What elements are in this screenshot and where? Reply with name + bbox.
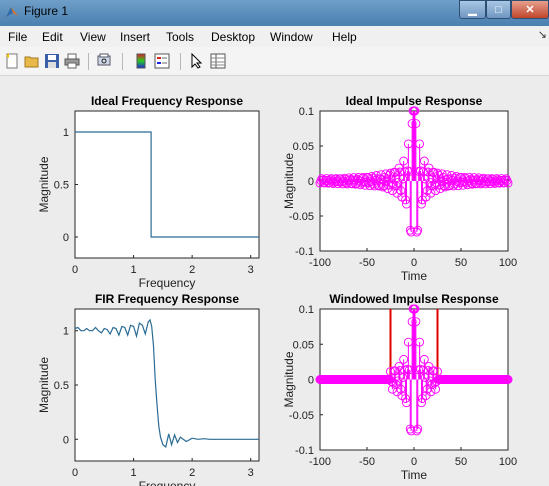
toolbar-separator	[88, 53, 89, 70]
chart-title: Windowed Impulse Response	[329, 292, 499, 306]
menu-window[interactable]: Window	[270, 30, 313, 44]
y-tick-label: 1	[63, 127, 69, 139]
close-button[interactable]: ✕	[511, 0, 549, 19]
y-axis-label: Magnitude	[37, 156, 51, 212]
y-tick-label: -0.05	[289, 410, 314, 422]
menu-file[interactable]: File	[8, 30, 27, 44]
x-axis-label: Time	[401, 468, 428, 482]
new-figure-icon[interactable]	[4, 53, 20, 69]
y-tick-label: 0	[63, 232, 69, 244]
x-tick-label: 3	[248, 264, 254, 276]
print-icon[interactable]	[64, 53, 80, 69]
toolbar	[0, 47, 549, 76]
y-tick-label: -0.1	[295, 445, 314, 457]
y-tick-label: 0.1	[299, 304, 314, 316]
menu-tools[interactable]: Tools	[166, 30, 194, 44]
x-tick-label: -100	[309, 456, 331, 468]
x-tick-label: 0	[72, 264, 78, 276]
y-axis-label: Magnitude	[282, 351, 296, 407]
x-tick-label: 1	[131, 264, 137, 276]
x-axis-label: Time	[401, 269, 428, 283]
x-axis-label: Frequency	[139, 276, 196, 290]
x-tick-label: 0	[72, 467, 78, 479]
maximize-button[interactable]: □	[486, 0, 511, 19]
x-tick-label: -50	[359, 456, 375, 468]
x-tick-label: 50	[455, 456, 467, 468]
menu-desktop[interactable]: Desktop	[211, 30, 255, 44]
title-bar: Figure 1 ▁ □ ✕	[0, 0, 549, 26]
x-tick-label: 2	[189, 264, 195, 276]
save-icon[interactable]	[44, 53, 60, 69]
figure-canvas: 0 1 2 3 0 0.5 1 Ideal Frequency Response Frequen…	[0, 76, 549, 486]
property-inspector-icon[interactable]	[210, 53, 226, 69]
menu-help[interactable]: Help	[332, 30, 357, 44]
x-tick-label: 1	[131, 467, 137, 479]
window-title: Figure 1	[24, 4, 69, 18]
legend-icon[interactable]	[154, 53, 170, 69]
x-tick-label: 50	[455, 257, 467, 269]
x-tick-label: 2	[189, 467, 195, 479]
minimize-icon: ▁	[468, 4, 477, 16]
x-tick-label: 3	[248, 467, 254, 479]
menu-dock-arrow-icon[interactable]: ↘	[538, 28, 547, 41]
minimize-button[interactable]: ▁	[459, 0, 486, 19]
y-tick-label: 0.05	[293, 141, 314, 153]
x-tick-label: -100	[309, 257, 331, 269]
menu-view[interactable]: View	[80, 30, 106, 44]
colorbar-icon[interactable]	[133, 53, 149, 69]
chart-title: Ideal Frequency Response	[91, 94, 243, 108]
y-tick-label: 0.5	[54, 380, 69, 392]
edit-plot-icon[interactable]	[189, 53, 205, 69]
y-tick-label: 1	[63, 326, 69, 338]
matlab-app-icon	[6, 7, 18, 17]
toolbar-separator	[180, 53, 181, 70]
chart-title: Ideal Impulse Response	[346, 94, 483, 108]
open-file-icon[interactable]	[24, 53, 40, 69]
figure-svg: 0 1 2 3 0 0.5 1 Ideal Frequency Response Frequen…	[37, 94, 517, 486]
y-axis-label: Magnitude	[282, 153, 296, 209]
menu-edit[interactable]: Edit	[42, 30, 63, 44]
maximize-icon: □	[495, 3, 502, 16]
x-tick-label: 100	[499, 456, 517, 468]
y-tick-label: 0	[308, 375, 314, 387]
toolbar-separator	[122, 53, 123, 70]
menu-bar: File Edit View Insert Tools Desktop Wind…	[0, 26, 549, 47]
menu-insert[interactable]: Insert	[120, 30, 150, 44]
plot-area	[74, 110, 260, 259]
print-preview-icon[interactable]	[96, 53, 112, 69]
y-tick-label: 0	[308, 176, 314, 188]
x-tick-label: 0	[411, 257, 417, 269]
y-tick-label: 0.5	[54, 180, 69, 192]
chart-title: FIR Frequency Response	[95, 292, 239, 306]
y-tick-label: 0.05	[293, 339, 314, 351]
y-tick-label: -0.1	[295, 246, 314, 258]
x-tick-label: 0	[411, 456, 417, 468]
x-axis-label: Frequency	[139, 479, 196, 486]
y-axis-label: Magnitude	[37, 357, 51, 413]
close-icon: ✕	[525, 4, 535, 16]
y-tick-label: 0.1	[299, 106, 314, 118]
x-tick-label: 100	[499, 257, 517, 269]
y-tick-label: 0	[63, 434, 69, 446]
y-tick-label: -0.05	[289, 211, 314, 223]
x-tick-label: -50	[359, 257, 375, 269]
